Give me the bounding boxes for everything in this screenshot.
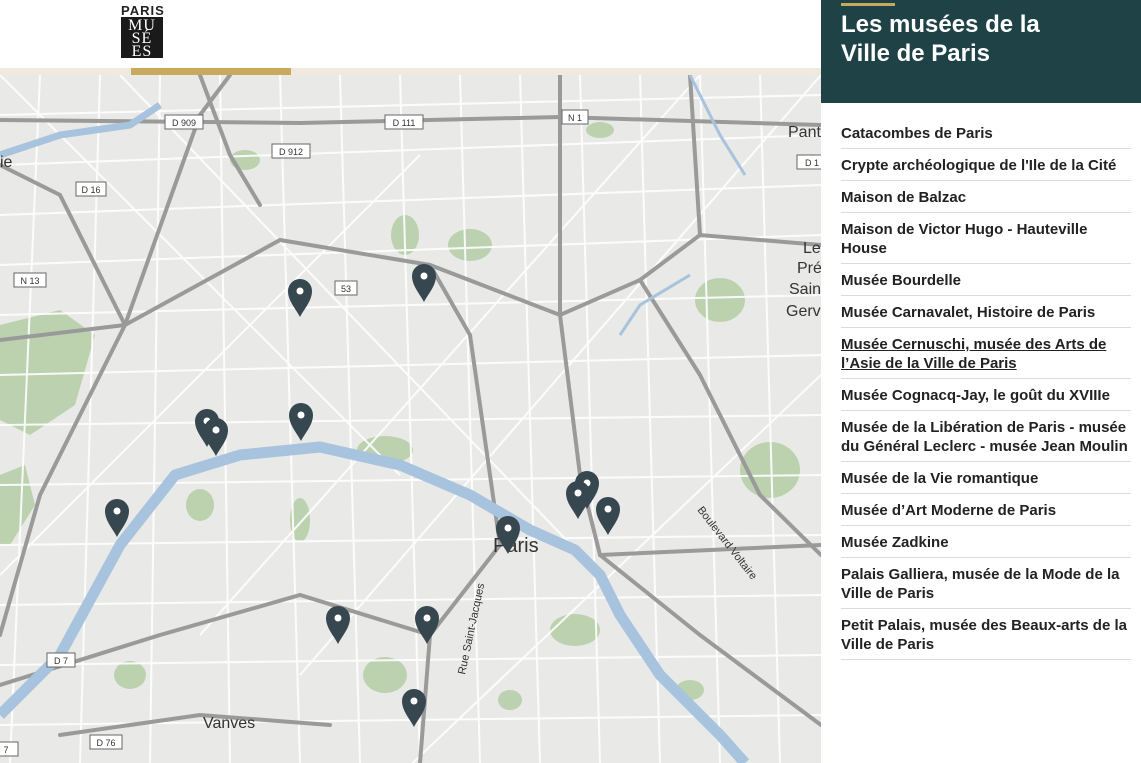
museum-marker[interactable] xyxy=(289,403,313,441)
road-label-d912: D 912 xyxy=(271,143,311,159)
museum-item-maison-balzac[interactable]: Maison de Balzac xyxy=(841,181,1131,213)
museum-item-catacombes[interactable]: Catacombes de Paris xyxy=(841,117,1131,149)
marker-pin-icon xyxy=(596,497,620,535)
logo-box: MU SÉ ES xyxy=(121,17,163,60)
place-label-pre: Pré xyxy=(797,260,821,277)
place-label-vanves: Vanves xyxy=(203,715,255,732)
museum-item-art-moderne[interactable]: Musée d’Art Moderne de Paris xyxy=(841,494,1131,526)
museum-item-carnavalet[interactable]: Musée Carnavalet, Histoire de Paris xyxy=(841,296,1131,328)
logo-line-3: ES xyxy=(131,43,153,60)
road-label-d111: D 111 xyxy=(384,114,424,130)
marker-dot xyxy=(113,507,121,515)
place-label-pant: Pant xyxy=(788,124,821,141)
museum-panel: Les musées de la Ville de Paris Catacomb… xyxy=(821,0,1141,763)
marker-pin-icon xyxy=(412,264,436,302)
place-label-sain: Sain xyxy=(789,281,821,298)
map-canvas[interactable]: D 909 D 111 N 1 D 912 D 16 N 13 53 D 7 D… xyxy=(0,75,821,763)
museum-item-petit-palais[interactable]: Petit Palais, musée des Beaux-arts de la… xyxy=(841,609,1131,660)
museum-marker[interactable] xyxy=(288,279,312,317)
marker-dot xyxy=(423,614,431,622)
svg-text:N 13: N 13 xyxy=(20,276,39,286)
panel-title-line2: Ville de Paris xyxy=(841,40,990,67)
panel-accent-bar xyxy=(841,3,895,6)
museum-item-liberation[interactable]: Musée de la Libération de Paris - musée … xyxy=(841,411,1131,462)
svg-text:D 909: D 909 xyxy=(172,118,196,128)
museum-item-crypte[interactable]: Crypte archéologique de l'Ile de la Cité xyxy=(841,149,1131,181)
road-label-d16: D 16 xyxy=(75,181,107,197)
museum-item-cognacq-jay[interactable]: Musée Cognacq-Jay, le goût du XVIIIe xyxy=(841,379,1131,411)
svg-text:7: 7 xyxy=(3,745,8,755)
paris-musees-logo[interactable]: PARIS MU SÉ ES xyxy=(121,3,165,60)
museum-item-bourdelle[interactable]: Musée Bourdelle xyxy=(841,264,1131,296)
marker-dot xyxy=(420,272,428,280)
marker-dot xyxy=(296,287,304,295)
place-label-le: Le xyxy=(803,240,821,257)
place-label-ie: ie xyxy=(0,154,13,171)
svg-text:D 1: D 1 xyxy=(805,158,819,168)
marker-pin-icon xyxy=(204,418,228,456)
place-label-gerva: Gerva xyxy=(786,303,821,320)
svg-text:D 76: D 76 xyxy=(96,738,115,748)
museum-marker[interactable] xyxy=(566,481,590,519)
road-label-d1: D 1 xyxy=(796,154,821,170)
museum-marker[interactable] xyxy=(415,606,439,644)
road-label-d76: D 76 xyxy=(89,734,123,750)
road-label-d909: D 909 xyxy=(164,114,204,130)
museum-item-galliera[interactable]: Palais Galliera, musée de la Mode de la … xyxy=(841,558,1131,609)
svg-text:D 16: D 16 xyxy=(81,185,100,195)
museum-list: Catacombes de Paris Crypte archéologique… xyxy=(821,103,1141,660)
panel-title: Les musées de la Ville de Paris xyxy=(841,10,1121,68)
marker-dot xyxy=(212,426,220,434)
marker-dot xyxy=(410,697,418,705)
museum-item-vie-romantique[interactable]: Musée de la Vie romantique xyxy=(841,462,1131,494)
marker-dot xyxy=(504,524,512,532)
road-label-53: 53 xyxy=(334,280,358,296)
svg-text:D 7: D 7 xyxy=(54,656,68,666)
map-svg: D 909 D 111 N 1 D 912 D 16 N 13 53 D 7 D… xyxy=(0,75,821,763)
marker-pin-icon xyxy=(288,279,312,317)
header-divider xyxy=(0,68,821,75)
road-label-d7: D 7 xyxy=(46,652,76,668)
museum-marker[interactable] xyxy=(204,418,228,456)
museum-marker[interactable] xyxy=(596,497,620,535)
panel-header: Les musées de la Ville de Paris xyxy=(821,0,1141,103)
svg-text:53: 53 xyxy=(341,284,351,294)
marker-pin-icon xyxy=(415,606,439,644)
svg-text:D 111: D 111 xyxy=(393,118,416,128)
road-label-7: 7 xyxy=(0,741,19,757)
marker-pin-icon xyxy=(326,606,350,644)
road-label-n1: N 1 xyxy=(561,109,589,125)
canal-2 xyxy=(688,75,747,176)
site-header: PARIS MU SÉ ES xyxy=(0,0,821,70)
museum-item-zadkine[interactable]: Musée Zadkine xyxy=(841,526,1131,558)
place-label-boulevard-voltaire: Boulevard Voltaire xyxy=(695,504,759,582)
marker-dot xyxy=(604,505,612,513)
marker-dot xyxy=(297,411,305,419)
road-label-n13: N 13 xyxy=(13,272,47,288)
panel-title-line1: Les musées de la xyxy=(841,11,1040,38)
logo-top-text: PARIS xyxy=(121,3,165,18)
svg-text:N 1: N 1 xyxy=(568,113,582,123)
marker-dot xyxy=(334,614,342,622)
museum-marker[interactable] xyxy=(412,264,436,302)
marker-pin-icon xyxy=(566,481,590,519)
museum-marker[interactable] xyxy=(326,606,350,644)
header-accent-bar xyxy=(131,68,291,75)
marker-pin-icon xyxy=(289,403,313,441)
svg-text:D 912: D 912 xyxy=(279,147,303,157)
museum-item-cernuschi[interactable]: Musée Cernuschi, musée des Arts de l’Asi… xyxy=(841,328,1131,379)
marker-dot xyxy=(574,489,582,497)
museum-item-victor-hugo[interactable]: Maison de Victor Hugo - Hauteville House xyxy=(841,213,1131,264)
seine-river xyxy=(0,441,750,763)
